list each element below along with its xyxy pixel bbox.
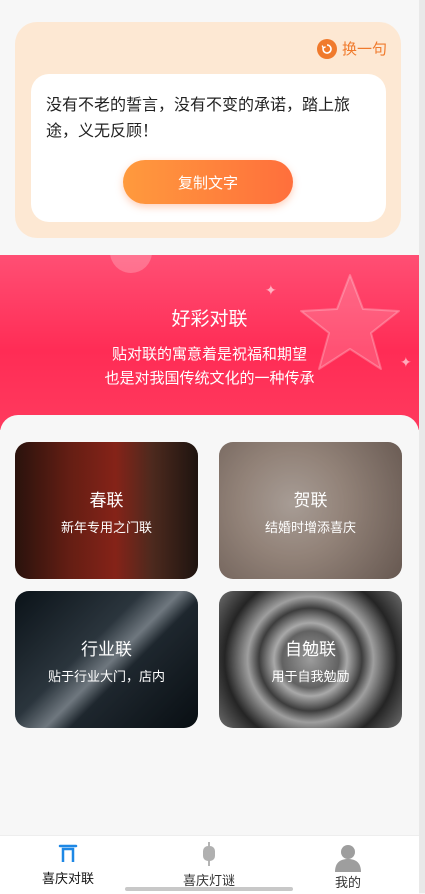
category-title: 自勉联 [285, 639, 336, 660]
bubble-decoration [110, 255, 152, 273]
quote-box: 没有不老的誓言，没有不变的承诺，踏上旅途，义无反顾！ 复制文字 [31, 74, 386, 222]
tile-overlay [219, 442, 402, 579]
category-wedding-couplet[interactable]: 贺联 结婚时增添喜庆 [219, 442, 402, 579]
category-title: 春联 [89, 490, 124, 511]
category-title: 贺联 [293, 490, 328, 511]
banner-line-1: 贴对联的寓意着是祝福和期望 [111, 345, 307, 363]
tab-label: 喜庆对联 [41, 872, 94, 887]
category-self-motivation-couplet[interactable]: 自勉联 用于自我勉励 [219, 591, 402, 728]
sparkle-icon: ✦ [265, 283, 277, 299]
banner-line-2: 也是对我国传统文化的一种传承 [104, 369, 315, 387]
copy-text-button[interactable]: 复制文字 [123, 160, 293, 204]
category-subtitle: 用于自我勉励 [271, 669, 350, 685]
refresh-label: 换一句 [341, 40, 387, 58]
category-spring-couplet[interactable]: 春联 新年专用之门联 [15, 442, 198, 579]
tile-overlay [219, 591, 402, 728]
banner-title: 好彩对联 [171, 308, 248, 330]
tile-overlay [15, 442, 198, 579]
user-icon [335, 845, 361, 872]
category-subtitle: 贴于行业大门，店内 [47, 669, 165, 685]
tile-overlay [15, 591, 198, 728]
quote-text: 没有不老的誓言，没有不变的承诺，踏上旅途，义无反顾！ [46, 95, 351, 140]
scroll-edge [419, 0, 425, 893]
home-indicator [125, 887, 293, 891]
banner: ✦ ✦ 好彩对联 贴对联的寓意着是祝福和期望 也是对我国传统文化的一种传承 [0, 255, 419, 430]
refresh-icon [316, 38, 337, 59]
lantern-icon [203, 842, 215, 866]
tab-couplets[interactable]: 喜庆对联 [18, 842, 118, 887]
tab-label: 我的 [334, 876, 361, 891]
category-subtitle: 结婚时增添喜庆 [264, 520, 356, 536]
refresh-quote-button[interactable]: 换一句 [316, 38, 387, 59]
category-title: 行业联 [81, 639, 132, 660]
category-subtitle: 新年专用之门联 [60, 520, 152, 536]
category-industry-couplet[interactable]: 行业联 贴于行业大门，店内 [15, 591, 198, 728]
tab-mine[interactable]: 我的 [298, 842, 398, 891]
quote-card: 换一句 没有不老的誓言，没有不变的承诺，踏上旅途，义无反顾！ 复制文字 [15, 22, 401, 238]
door-arch-icon [58, 844, 78, 862]
tab-lantern-riddles[interactable]: 喜庆灯谜 [159, 842, 259, 889]
bottom-tab-bar: 喜庆对联 喜庆灯谜 我的 [0, 835, 419, 894]
